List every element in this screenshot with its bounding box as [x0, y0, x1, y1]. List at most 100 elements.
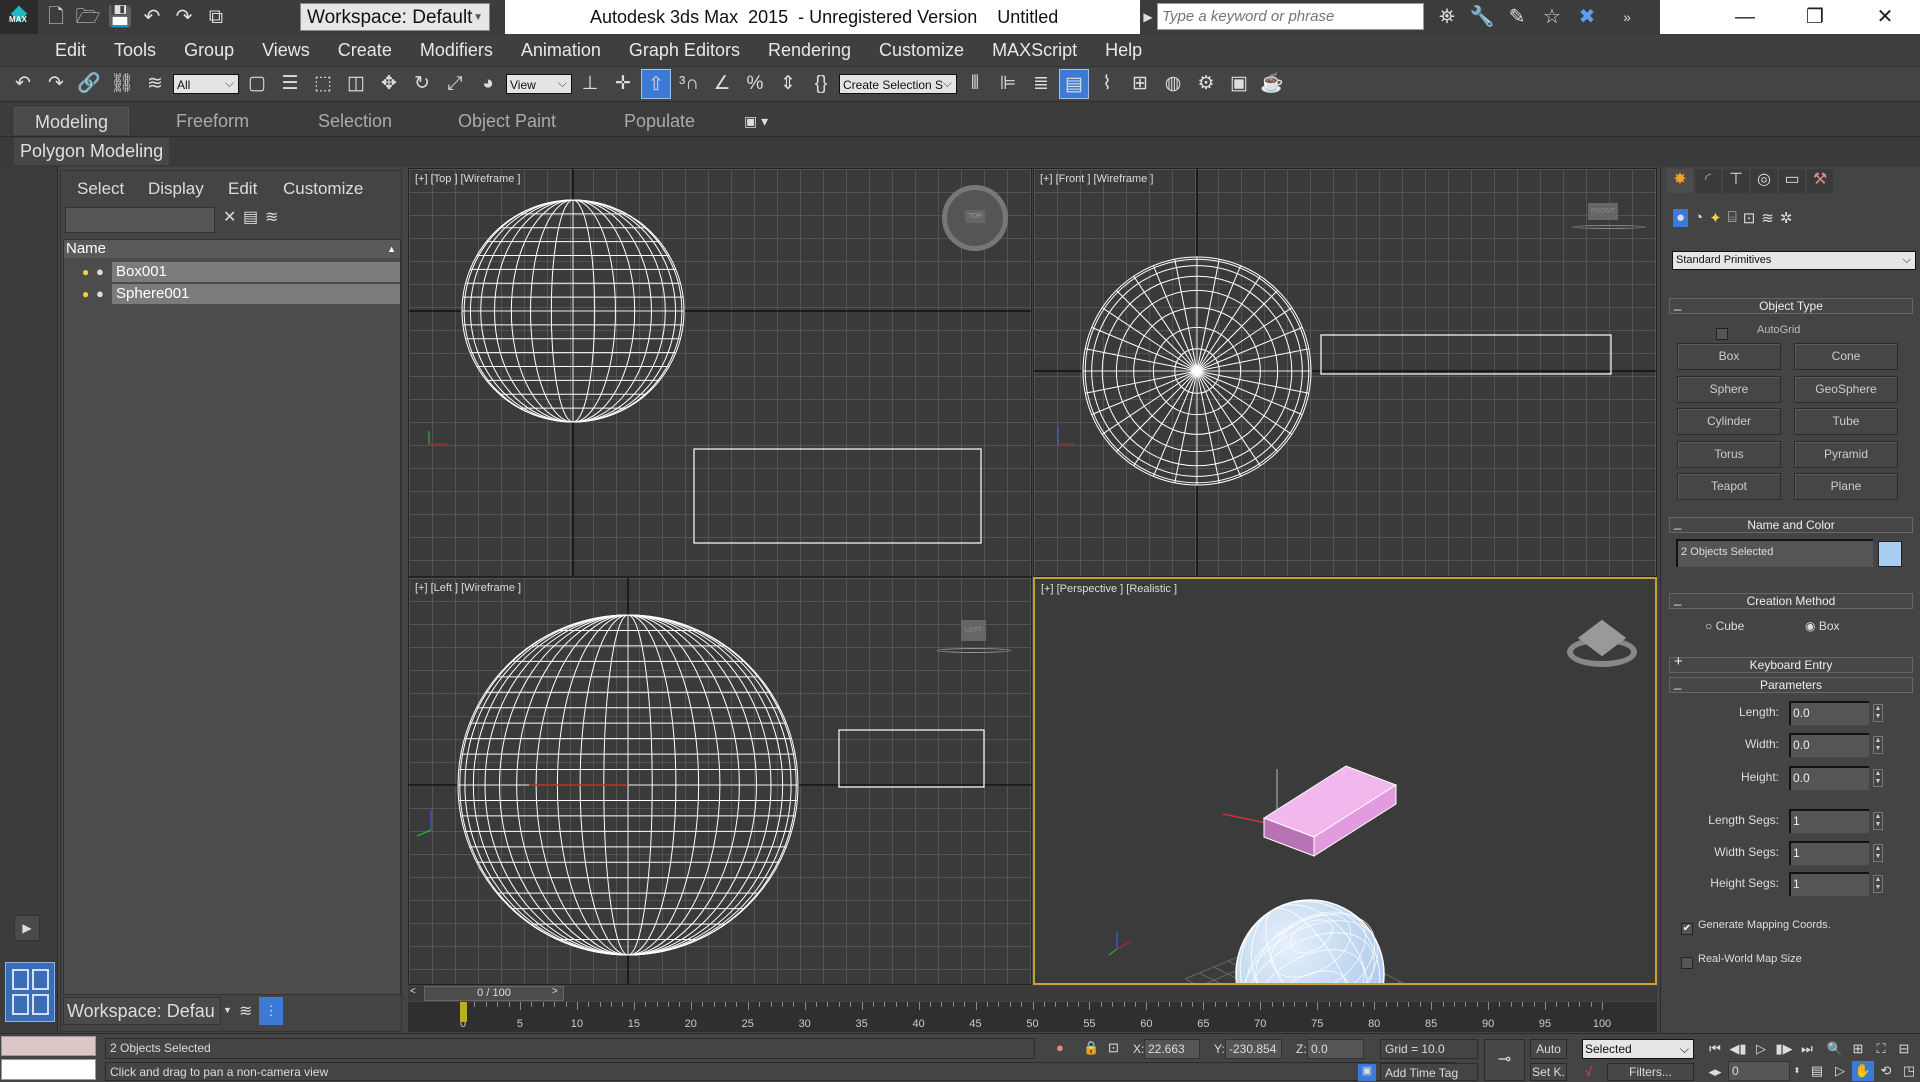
link-icon[interactable]: 🔗: [74, 69, 104, 99]
align-icon[interactable]: ⊫: [993, 69, 1023, 99]
generate-mapping-checkbox[interactable]: ✔: [1681, 923, 1693, 935]
rendered-frame-icon[interactable]: ▣: [1224, 69, 1254, 99]
absolute-mode-icon[interactable]: ⊡: [1108, 1040, 1119, 1056]
param-field[interactable]: 0.0: [1789, 766, 1869, 790]
param-spinner[interactable]: ▲ ▼: [1873, 812, 1883, 830]
rollout-object-type[interactable]: _ Object Type: [1669, 297, 1913, 314]
move-icon[interactable]: ✥: [374, 69, 404, 99]
current-frame-marker[interactable]: [460, 1002, 467, 1022]
rotate-icon[interactable]: ↻: [407, 69, 437, 99]
zoom-extents-all-icon[interactable]: ⊟: [1893, 1039, 1915, 1059]
restore-button[interactable]: ❐: [1780, 0, 1850, 34]
viewport-label[interactable]: [+] [Front ] [Wireframe ]: [1040, 173, 1153, 185]
y-coordinate-field[interactable]: -230.854: [1225, 1039, 1282, 1059]
spinner-snap-icon[interactable]: ⇕: [773, 69, 803, 99]
snap-3d-icon[interactable]: ³∩: [674, 69, 704, 99]
key-mode-dropdown[interactable]: Selected ⌵: [1582, 1039, 1694, 1059]
auto-key-button[interactable]: Auto: [1530, 1039, 1567, 1059]
viewport-front[interactable]: [+] [Front ] [Wireframe ] FRONT: [1033, 168, 1657, 577]
cameras-icon[interactable]: ⌸: [1728, 209, 1737, 227]
pan-view-icon[interactable]: ✋: [1852, 1061, 1874, 1081]
param-field[interactable]: 1: [1789, 841, 1869, 865]
viewcube[interactable]: TOP: [942, 185, 1008, 251]
keyboard-shortcut-icon[interactable]: ⇧: [641, 69, 671, 99]
time-configuration-icon[interactable]: ▤: [1806, 1061, 1828, 1081]
new-file-icon[interactable]: 🗋: [42, 3, 70, 31]
schematic-view-icon[interactable]: ⊞: [1125, 69, 1155, 99]
redo-icon[interactable]: ↷: [170, 3, 198, 31]
time-slider-thumb[interactable]: 0 / 100: [424, 986, 564, 1001]
hierarchy-sort-icon[interactable]: ⋮: [259, 997, 283, 1025]
create-geosphere-button[interactable]: GeoSphere: [1794, 375, 1898, 403]
param-field[interactable]: 1: [1789, 809, 1869, 833]
project-folder-icon[interactable]: ⧉: [202, 3, 230, 31]
edit-named-selections-icon[interactable]: {}: [806, 69, 836, 99]
save-icon[interactable]: 💾: [106, 3, 134, 31]
viewcube[interactable]: FRONT: [1572, 203, 1646, 229]
favorites-star-icon[interactable]: ☆: [1535, 0, 1569, 34]
radio-box[interactable]: ◉ Box: [1805, 619, 1840, 633]
lights-icon[interactable]: ✦: [1709, 209, 1722, 227]
prev-frame-arrow-icon[interactable]: <: [410, 986, 416, 997]
object-color-swatch[interactable]: [1878, 541, 1902, 567]
add-time-tag[interactable]: Add Time Tag: [1380, 1063, 1478, 1081]
unlink-icon[interactable]: ⛓: [107, 69, 137, 99]
material-editor-icon[interactable]: ◍: [1158, 69, 1188, 99]
create-torus-button[interactable]: Torus: [1677, 440, 1781, 468]
viewport-label[interactable]: [+] [Top ] [Wireframe ]: [415, 173, 520, 185]
select-object-icon[interactable]: ▢: [242, 69, 272, 99]
bind-space-warp-icon[interactable]: ≋: [140, 69, 170, 99]
field-of-view-icon[interactable]: ▷: [1829, 1061, 1851, 1081]
orbit-icon[interactable]: ⟲: [1875, 1061, 1897, 1081]
object-name-field[interactable]: 2 Objects Selected: [1676, 539, 1873, 567]
find-options-icon[interactable]: ≋: [265, 207, 278, 227]
create-cone-button[interactable]: Cone: [1794, 343, 1898, 370]
maxscript-listener-mini[interactable]: [1, 1036, 96, 1056]
param-field[interactable]: 1: [1789, 872, 1869, 896]
minimize-button[interactable]: —: [1710, 0, 1780, 34]
menu-graph-editors[interactable]: Graph Editors: [629, 40, 740, 61]
scene-explorer-toggle-icon[interactable]: ▤: [1059, 69, 1089, 99]
menu-create[interactable]: Create: [338, 40, 392, 61]
angle-snap-icon[interactable]: ∠: [707, 69, 737, 99]
percent-snap-icon[interactable]: %: [740, 69, 770, 99]
viewcube[interactable]: LEFT: [937, 620, 1011, 653]
tab-selection[interactable]: Selection: [298, 107, 412, 135]
x-coordinate-field[interactable]: 22.663: [1144, 1039, 1200, 1059]
filters-button[interactable]: Filters...: [1607, 1063, 1694, 1081]
menu-modifiers[interactable]: Modifiers: [420, 40, 493, 61]
rollout-name-and-color[interactable]: _ Name and Color: [1669, 516, 1913, 533]
hierarchy-tab-icon[interactable]: ⊤: [1723, 169, 1749, 193]
clear-search-icon[interactable]: ✕: [223, 207, 236, 227]
rollout-parameters[interactable]: _ Parameters: [1669, 676, 1913, 693]
track-bar[interactable]: 0 5 10 15 20 25 30 35 40 45 50 55 60 65 70 75 80 85 90 95 10…: [408, 1002, 1657, 1032]
ref-coord-dropdown[interactable]: View: [506, 73, 572, 94]
param-field[interactable]: 0.0: [1789, 733, 1869, 757]
tab-populate[interactable]: Populate: [604, 107, 715, 135]
column-header-name[interactable]: Name ▲: [64, 240, 400, 258]
previous-frame-icon[interactable]: ◀▮: [1727, 1039, 1749, 1059]
mirror-icon[interactable]: ⫴: [960, 69, 990, 99]
explorer-menu-display[interactable]: Display: [148, 179, 204, 199]
create-tab-icon[interactable]: ✸: [1667, 169, 1693, 193]
play-icon[interactable]: ▷: [1750, 1039, 1772, 1059]
time-slider[interactable]: < 0 / 100 >: [408, 986, 1657, 1001]
window-crossing-icon[interactable]: ◫: [341, 69, 371, 99]
current-frame-field[interactable]: 0: [1728, 1061, 1790, 1081]
shapes-icon[interactable]: ◔: [1694, 209, 1703, 227]
scale-icon[interactable]: ⤢: [440, 69, 470, 99]
subscription-icon[interactable]: ✎: [1500, 0, 1534, 34]
more-arrows-icon[interactable]: »: [1610, 0, 1644, 34]
go-to-start-icon[interactable]: ⏮: [1704, 1039, 1726, 1059]
viewport-left[interactable]: [+] [Left ] [Wireframe ] LEFT: [408, 577, 1032, 985]
real-world-map-size-checkbox[interactable]: [1681, 957, 1693, 969]
explorer-menu-customize[interactable]: Customize: [283, 179, 363, 199]
create-teapot-button[interactable]: Teapot: [1677, 473, 1781, 500]
time-tag-icon[interactable]: ▣: [1358, 1064, 1376, 1081]
layers-icon[interactable]: ≋: [239, 1001, 252, 1021]
rollout-keyboard-entry[interactable]: + Keyboard Entry: [1669, 654, 1913, 673]
filter-icon[interactable]: ▤: [243, 207, 258, 227]
tab-freeform[interactable]: Freeform: [156, 107, 269, 135]
render-setup-icon[interactable]: ⚙: [1191, 69, 1221, 99]
keyword-search-input[interactable]: [1157, 3, 1424, 30]
